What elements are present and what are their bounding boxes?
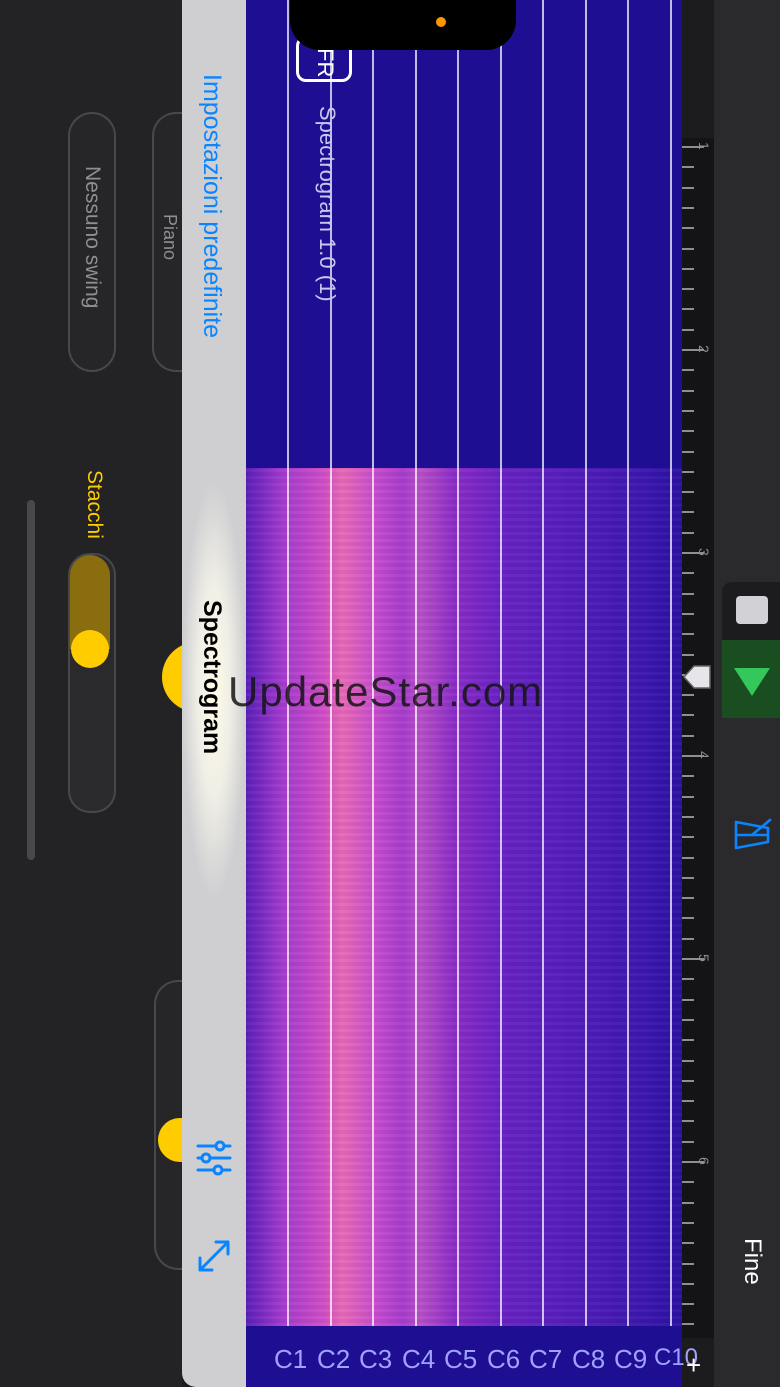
ruler-tick <box>682 714 694 717</box>
note-label: C1 <box>274 1344 308 1374</box>
bar-number: 4 <box>696 751 712 759</box>
note-label: C6 <box>487 1344 521 1374</box>
note-label: C4 <box>402 1344 436 1374</box>
bar-number: 3 <box>696 548 712 556</box>
note-label: C7 <box>529 1344 563 1374</box>
spectrogram-heatmap <box>246 468 682 1326</box>
ruler-tick <box>682 795 694 798</box>
ruler-tick <box>682 978 694 981</box>
ruler-tick <box>682 1120 694 1123</box>
gridline-c10 <box>670 0 672 1326</box>
ruler-tick <box>682 612 694 615</box>
ruler-tick <box>682 430 694 433</box>
ruler-tick <box>682 1039 694 1042</box>
play-icon <box>734 668 770 696</box>
fr-badge-label: FR <box>313 48 338 78</box>
done-button[interactable]: Fine <box>738 1238 766 1285</box>
ruler-tick <box>682 511 694 514</box>
instrument-label: Piano <box>160 214 180 261</box>
ruler-tick <box>682 897 694 900</box>
stop-icon <box>736 596 768 624</box>
ruler-tick <box>682 1018 694 1021</box>
gridline-c9 <box>627 0 629 1326</box>
note-label: C8 <box>572 1344 606 1374</box>
preset-name: Spectrogram 1.0 (1) <box>315 106 340 302</box>
ruler-tick <box>682 227 694 230</box>
ruler-tick <box>682 876 694 879</box>
staccati-label: Stacchi <box>83 470 106 539</box>
ruler-tick <box>682 409 694 412</box>
playhead-marker[interactable] <box>682 664 712 690</box>
gridline-c3 <box>372 0 374 1326</box>
ruler-tick <box>682 531 694 534</box>
ruler-tick <box>682 1221 694 1224</box>
ruler-tick <box>682 1079 694 1082</box>
ruler-tick <box>682 917 694 920</box>
note-label: C2 <box>317 1344 351 1374</box>
note-label: C9 <box>614 1344 648 1374</box>
ruler-tick <box>682 288 694 291</box>
ruler-tick <box>682 1181 694 1184</box>
ruler-tick <box>682 1100 694 1103</box>
ruler-tick <box>682 186 694 189</box>
ruler-tick <box>682 653 694 656</box>
ruler-tick <box>682 1303 694 1306</box>
ruler-tick <box>682 450 694 453</box>
ruler-tick <box>682 1201 694 1204</box>
gridline-c4 <box>415 0 417 1326</box>
swing-label: Nessuno swing <box>81 166 104 309</box>
camera-notch <box>290 0 516 50</box>
ruler-tick <box>682 308 694 311</box>
note-label: C5 <box>444 1344 478 1374</box>
ruler-tick <box>682 937 694 940</box>
ruler-tick <box>682 734 694 737</box>
ruler-tick <box>682 998 694 1001</box>
ruler-tick <box>682 470 694 473</box>
presets-button[interactable]: Impostazioni predefinite <box>197 74 226 338</box>
bar-number: 2 <box>696 345 712 353</box>
ruler-tick <box>682 247 694 250</box>
ruler-tick <box>682 1242 694 1245</box>
gridline-c6 <box>500 0 502 1326</box>
scroll-indicator[interactable] <box>27 500 35 860</box>
gridline-c7 <box>542 0 544 1326</box>
staccati-slider-knob[interactable] <box>71 630 109 668</box>
gridline-c5 <box>457 0 459 1326</box>
ruler-tick <box>682 1262 694 1265</box>
ruler-tick <box>682 694 694 697</box>
ruler-tick <box>682 206 694 209</box>
gridline-c8 <box>585 0 587 1326</box>
plus-icon[interactable]: + <box>686 1350 701 1381</box>
ruler-tick <box>682 856 694 859</box>
note-label: C3 <box>359 1344 393 1374</box>
ruler-tick <box>682 572 694 575</box>
ruler-tick <box>682 1059 694 1062</box>
ruler-tick <box>682 1323 694 1326</box>
metronome-icon[interactable] <box>732 818 772 852</box>
privacy-indicator <box>436 17 446 27</box>
ruler-tick <box>682 166 694 169</box>
gridline-c1 <box>287 0 289 1326</box>
ruler-tick <box>682 1140 694 1143</box>
plugin-title: Spectrogram <box>198 600 226 755</box>
ruler-tick <box>682 389 694 392</box>
ruler-tick <box>682 592 694 595</box>
ruler-tick <box>682 836 694 839</box>
watermark: UpdateStar.com <box>228 668 544 715</box>
bar-number: 1 <box>696 142 712 150</box>
bar-number: 6 <box>696 1157 712 1165</box>
ruler-tick <box>682 491 694 494</box>
ruler-tick <box>682 775 694 778</box>
ruler-tick <box>682 815 694 818</box>
ruler-tick <box>682 328 694 331</box>
sliders-icon[interactable] <box>194 1138 234 1178</box>
ruler-tick <box>682 1282 694 1285</box>
bar-number: 5 <box>696 954 712 962</box>
ruler-tick <box>682 267 694 270</box>
spectrogram-display[interactable] <box>246 0 682 1326</box>
ruler-tick <box>682 369 694 372</box>
ruler-tick <box>682 633 694 636</box>
expand-arrows-icon[interactable] <box>194 1238 234 1274</box>
